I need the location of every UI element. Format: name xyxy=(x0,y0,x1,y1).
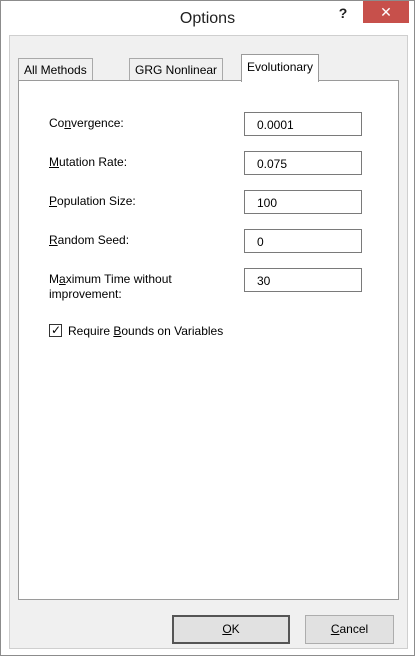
tab-grg-nonlinear[interactable]: GRG Nonlinear xyxy=(129,58,224,81)
cancel-button[interactable]: Cancel xyxy=(305,615,394,644)
help-button[interactable]: ? xyxy=(329,1,357,25)
tab-all-methods[interactable]: All Methods xyxy=(18,58,93,81)
convergence-input[interactable]: 0.0001 xyxy=(244,112,362,136)
close-button[interactable]: ✕ xyxy=(363,1,409,23)
population-size-input[interactable]: 100 xyxy=(244,190,362,214)
check-icon: ✓ xyxy=(51,323,62,337)
ok-button[interactable]: OK xyxy=(172,615,290,644)
max-time-input[interactable]: 30 xyxy=(244,268,362,292)
tab-evolutionary[interactable]: Evolutionary xyxy=(241,54,320,82)
max-time-label: Maximum Time without improvement: xyxy=(49,272,172,301)
dialog-body: All Methods GRG Nonlinear Evolutionary C… xyxy=(9,35,408,649)
random-seed-label: Random Seed: xyxy=(49,233,130,247)
convergence-label: Convergence: xyxy=(49,116,124,130)
title-bar[interactable]: Options ? ✕ xyxy=(1,1,414,35)
evolutionary-panel: Convergence: 0.0001 Mutation Rate: 0.075… xyxy=(18,80,399,600)
options-dialog: Options ? ✕ All Methods GRG Nonlinear Ev… xyxy=(0,0,415,656)
population-size-label: Population Size: xyxy=(49,194,136,208)
require-bounds-checkbox[interactable]: ✓ xyxy=(49,323,62,337)
close-icon: ✕ xyxy=(380,4,392,20)
require-bounds-label[interactable]: Require Bounds on Variables xyxy=(68,324,223,338)
mutation-rate-input[interactable]: 0.075 xyxy=(244,151,362,175)
mutation-rate-label: Mutation Rate: xyxy=(49,155,128,169)
random-seed-input[interactable]: 0 xyxy=(244,229,362,253)
